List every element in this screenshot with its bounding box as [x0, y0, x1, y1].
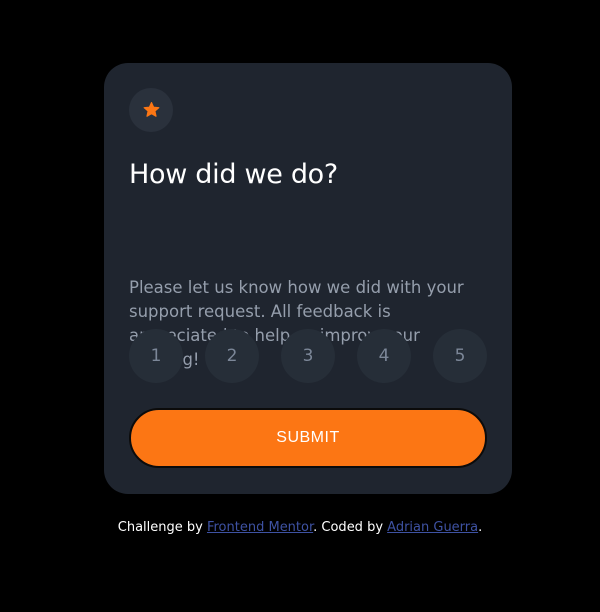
- star-icon: [143, 102, 159, 117]
- rating-button-4[interactable]: 4: [357, 329, 411, 383]
- rating-card: How did we do? Please let us know how we…: [104, 63, 512, 494]
- attribution-middle: . Coded by: [313, 520, 388, 535]
- attribution: Challenge by Frontend Mentor. Coded by A…: [0, 519, 600, 537]
- rating-button-5[interactable]: 5: [433, 329, 487, 383]
- attribution-suffix: .: [478, 520, 483, 535]
- frontend-mentor-link[interactable]: Frontend Mentor: [207, 520, 313, 535]
- attribution-prefix: Challenge by: [117, 520, 207, 535]
- rating-button-2[interactable]: 2: [205, 329, 259, 383]
- rating-button-3[interactable]: 3: [281, 329, 335, 383]
- author-link[interactable]: Adrian Guerra: [387, 520, 478, 535]
- rating-button-1[interactable]: 1: [129, 329, 183, 383]
- rating-options: 1 2 3 4 5: [129, 329, 487, 383]
- star-badge: [129, 88, 173, 132]
- card-title: How did we do?: [129, 159, 338, 190]
- submit-button[interactable]: SUBMIT: [129, 408, 487, 468]
